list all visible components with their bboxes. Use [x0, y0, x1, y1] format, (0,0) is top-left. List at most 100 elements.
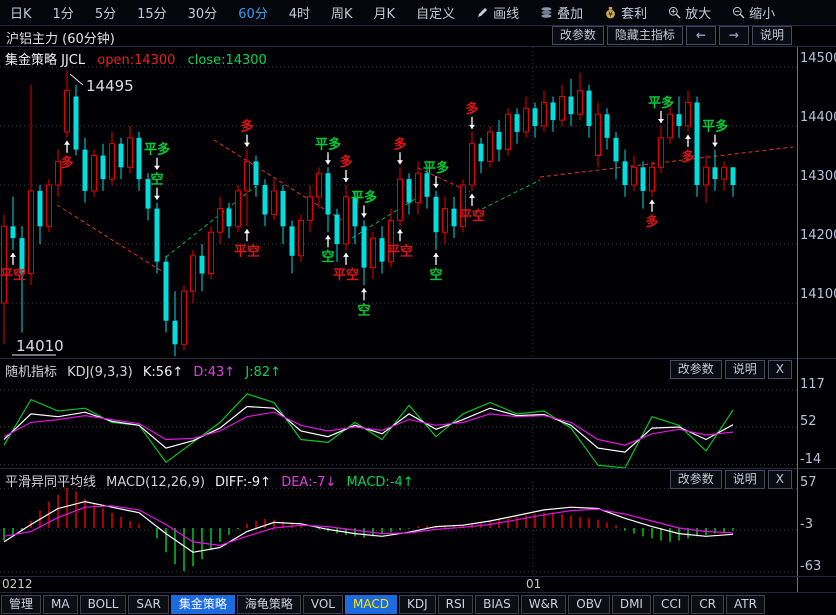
kdj-k-value: K:56↑ [143, 365, 183, 380]
indicator-tab[interactable]: BOLL [80, 595, 127, 614]
period-tab[interactable]: 月K [374, 3, 396, 22]
signal-label: 平多 [423, 160, 449, 176]
period-tab[interactable]: 30分 [188, 3, 218, 22]
candle-body-up [443, 209, 448, 233]
candle-body-down [731, 167, 736, 185]
indicator-tab[interactable]: SAR [128, 595, 168, 614]
period-tab[interactable]: 画线 [476, 3, 519, 22]
candle-body-down [677, 114, 682, 126]
candle-body-down [263, 185, 268, 215]
indicator-tab[interactable]: CCI [653, 595, 689, 614]
panel-button[interactable]: 改参数 [670, 360, 722, 379]
candle-body-up [416, 173, 421, 203]
candle-body-up [308, 197, 313, 221]
signal-label: 空 [150, 172, 163, 188]
signal-label: 多 [60, 155, 73, 171]
candle-body-up [560, 97, 565, 121]
candle-body-up [272, 191, 277, 215]
period-tab[interactable]: 日K [10, 3, 32, 22]
signal-label: 空 [429, 267, 442, 283]
indicator-tab[interactable]: MACD [345, 595, 397, 614]
period-tab[interactable]: 1分 [53, 3, 74, 22]
title-button[interactable]: 说明 [752, 26, 792, 45]
title-bar: 沪铝主力 (60分钟) 改参数隐藏主指标←→说明 [0, 26, 836, 46]
zoom-out-icon [732, 6, 745, 19]
indicator-tab[interactable]: DMI [612, 595, 651, 614]
period-tab[interactable]: 15分 [137, 3, 167, 22]
period-tab[interactable]: 放大 [668, 3, 711, 22]
signal-arrowhead [64, 141, 70, 145]
close-panel-button[interactable]: X [768, 360, 792, 379]
high-pointer-line [70, 74, 83, 85]
title-button[interactable]: 改参数 [552, 26, 604, 45]
indicator-tab[interactable]: KDJ [399, 595, 436, 614]
period-tab[interactable]: 5分 [95, 3, 116, 22]
indicator-tab[interactable]: 管理 [1, 595, 41, 614]
candle-body-up [398, 179, 403, 220]
kdj-d-value: D:43↑ [193, 365, 235, 380]
candle-body-up [344, 197, 349, 244]
indicator-tab[interactable]: OBV [568, 595, 610, 614]
candle-body-down [164, 262, 169, 321]
candle-body-down [74, 97, 79, 150]
indicator-tab[interactable]: CR [691, 595, 724, 614]
candle-body-down [11, 226, 16, 238]
kdj-name: 随机指标 [5, 365, 57, 380]
period-tab[interactable]: 自定义 [416, 3, 455, 22]
period-tab[interactable]: 4时 [289, 3, 310, 22]
candle-body-up [2, 226, 7, 303]
candle-body-down [623, 161, 628, 185]
indicator-tab[interactable]: 海龟策略 [237, 595, 301, 614]
panel-button[interactable]: 说明 [725, 360, 765, 379]
indicator-tab[interactable]: BIAS [475, 595, 519, 614]
candle-body-up [317, 173, 322, 197]
macd-canvas[interactable] [0, 482, 797, 578]
period-tab[interactable]: 60分 [238, 3, 268, 22]
macd-axis-label: 57 [800, 475, 836, 490]
kdj-axis-label: -14 [800, 452, 836, 467]
period-tab[interactable]: 叠加 [540, 3, 583, 22]
macd-axis-label: -3 [800, 517, 836, 532]
period-tab-label: 1分 [53, 3, 74, 22]
diff-line [4, 502, 733, 553]
time-label: 0212 [2, 577, 33, 591]
candle-body-down [101, 156, 106, 180]
indicator-tab[interactable]: RSI [438, 595, 474, 614]
period-tab-label: 缩小 [749, 3, 775, 22]
period-tab[interactable]: 周K [331, 3, 353, 22]
indicator-tab[interactable]: ATR [726, 595, 765, 614]
indicator-tab[interactable]: 集金策略 [171, 595, 235, 614]
indicator-tab[interactable]: MA [43, 595, 78, 614]
main-chart-canvas[interactable]: 平空多空平多多平空平多空多平空平多空多平空平多空多平空多平多多平多1449514… [0, 47, 797, 358]
indicator-tab[interactable]: VOL [303, 595, 343, 614]
candle-body-up [488, 132, 493, 162]
j-line [4, 394, 733, 468]
next-button[interactable]: → [719, 26, 749, 45]
signal-arrowhead [397, 229, 403, 233]
candle-body-down [254, 161, 259, 185]
prev-button[interactable]: ← [686, 26, 716, 45]
candle-body-up [209, 232, 214, 273]
price-label: 14500 [800, 51, 836, 66]
pencil-icon [476, 6, 489, 19]
candle-body-up [668, 114, 673, 138]
candle-body-up [128, 138, 133, 168]
candle-body-down [173, 321, 178, 345]
candle-body-down [227, 209, 232, 227]
candle-body-down [38, 191, 43, 226]
candle-body-down [290, 226, 295, 256]
macd-axis-label: -63 [800, 559, 836, 574]
d-line [4, 412, 733, 445]
candle-body-down [380, 238, 385, 262]
candle-body-up [47, 185, 52, 226]
period-tab-label: 画线 [493, 3, 519, 22]
title-button[interactable]: 隐藏主指标 [607, 26, 683, 45]
indicator-tab[interactable]: W&R [521, 595, 567, 614]
period-tab[interactable]: 缩小 [732, 3, 775, 22]
signal-label: 多 [681, 149, 694, 165]
candle-body-up [578, 91, 583, 115]
candle-body-down [200, 256, 205, 274]
period-tab[interactable]: ¥套利 [604, 3, 647, 22]
candle-body-up [29, 191, 34, 274]
kdj-canvas[interactable] [0, 384, 797, 468]
